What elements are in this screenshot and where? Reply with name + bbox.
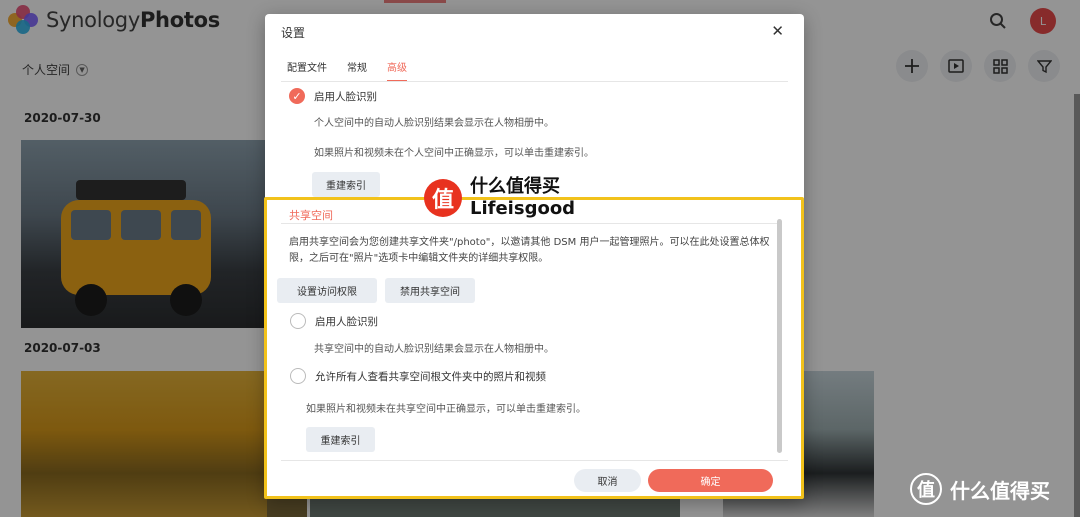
personal-reindex-description: 如果照片和视频未在个人空间中正确显示，可以单击重建索引。	[314, 148, 594, 159]
shared-face-recognition-label: 启用人脸识别	[315, 315, 378, 328]
shared-reindex-button[interactable]: 重建索引	[306, 427, 375, 452]
section-divider	[281, 223, 780, 224]
shared-space-description: 启用共享空间会为您创建共享文件夹"/photo"，以邀请其他 DSM 用户一起管…	[289, 237, 770, 264]
watermark-subtitle: Lifeisgood	[470, 198, 576, 219]
tab-divider	[281, 81, 788, 82]
watermark-seal-icon: 值	[424, 178, 462, 217]
dialog-title: 设置	[281, 26, 306, 40]
watermark-seal-icon: 值	[910, 473, 942, 505]
cancel-button[interactable]: 取消	[574, 469, 641, 492]
personal-face-recognition-label: 启用人脸识别	[314, 90, 377, 103]
ok-button[interactable]: 确定	[648, 469, 773, 492]
radio-unchecked-icon[interactable]	[290, 313, 306, 329]
shared-face-recognition-option[interactable]: 启用人脸识别	[290, 313, 378, 329]
tab-general[interactable]: 常规	[347, 59, 367, 82]
radio-unchecked-icon[interactable]	[290, 368, 306, 384]
settings-tabs: 配置文件 常规 高级	[287, 59, 407, 82]
watermark-title: 什么值得买	[470, 176, 560, 197]
allow-all-view-option[interactable]: 允许所有人查看共享空间根文件夹中的照片和视频	[290, 368, 546, 384]
tab-profile[interactable]: 配置文件	[287, 59, 327, 82]
footer-divider	[281, 460, 788, 461]
personal-face-description: 个人空间中的自动人脸识别结果会显示在人物相册中。	[314, 118, 554, 129]
corner-watermark: 值 什么值得买	[910, 473, 1050, 505]
corner-watermark-text: 什么值得买	[950, 478, 1050, 503]
personal-reindex-button[interactable]: 重建索引	[312, 172, 380, 197]
check-icon[interactable]: ✓	[289, 88, 305, 104]
close-icon[interactable]: ✕	[771, 22, 784, 40]
tab-advanced[interactable]: 高级	[387, 59, 407, 82]
disable-shared-space-button[interactable]: 禁用共享空间	[385, 278, 475, 303]
watermark: 值 什么值得买 Lifeisgood	[424, 176, 575, 219]
shared-reindex-description: 如果照片和视频未在共享空间中正确显示，可以单击重建索引。	[306, 404, 586, 415]
dialog-scrollbar[interactable]	[777, 219, 782, 453]
shared-space-title: 共享空间	[289, 209, 333, 222]
allow-all-view-label: 允许所有人查看共享空间根文件夹中的照片和视频	[315, 370, 546, 383]
set-access-permission-button[interactable]: 设置访问权限	[277, 278, 377, 303]
shared-face-description: 共享空间中的自动人脸识别结果会显示在人物相册中。	[314, 344, 554, 355]
settings-dialog: 设置 ✕ 配置文件 常规 高级 ✓ 启用人脸识别 个人空间中的自动人脸识别结果会…	[265, 14, 804, 499]
personal-face-recognition-option[interactable]: ✓ 启用人脸识别	[289, 88, 377, 104]
